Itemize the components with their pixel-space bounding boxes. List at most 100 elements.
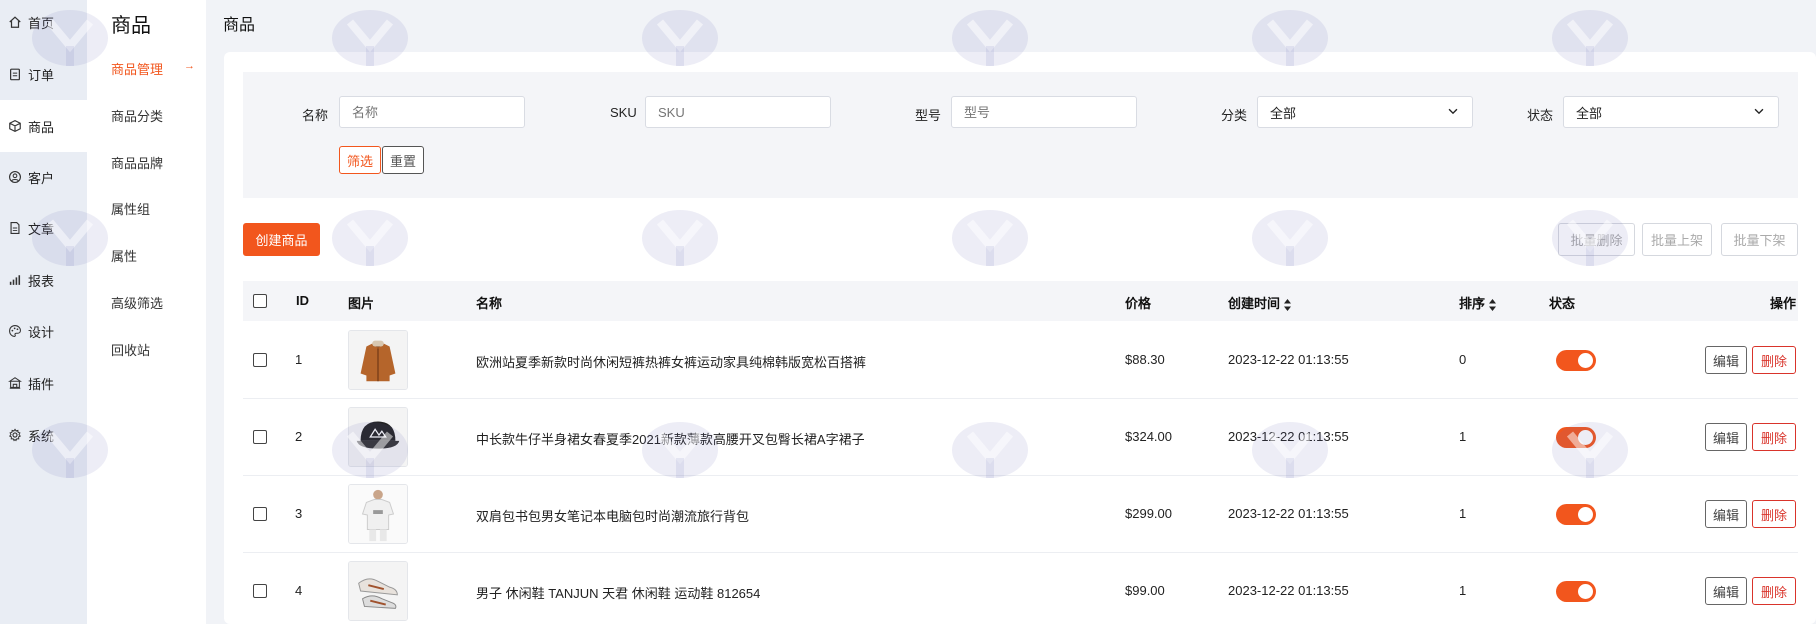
column-header-name: 名称: [476, 296, 503, 311]
created-time: 2023-12-22 01:13:55: [1228, 352, 1349, 367]
column-header-image: 图片: [348, 296, 375, 311]
status-toggle[interactable]: [1556, 350, 1596, 371]
sort-icon: [1489, 298, 1497, 311]
product-name: 双肩包书包男女笔记本电脑包时尚潮流旅行背包: [476, 509, 750, 524]
row-id: 1: [295, 352, 303, 367]
filter-panel: 名称 SKU 型号 分类 全部 状态 全部 筛选 重置: [243, 72, 1798, 198]
subnav-item-advanced-filter[interactable]: 高级筛选: [111, 293, 201, 312]
batch-unpublish-button[interactable]: 批量下架: [1721, 223, 1798, 256]
plugin-icon: [8, 376, 22, 390]
product-name: 欧洲站夏季新款时尚休闲短裤热裤女裤运动家具纯棉韩版宽松百搭裤: [476, 355, 867, 370]
table-header: ID 图片 名称 价格 创建时间 排序 状态 操作: [243, 281, 1798, 321]
subnav-item-attribute-groups[interactable]: 属性组: [111, 199, 201, 218]
nav-item-label: 商品: [28, 119, 55, 135]
page-title: 商品: [223, 17, 256, 34]
sort-order: 1: [1459, 429, 1467, 444]
product-name: 中长款牛仔半身裙女春夏季2021新款薄款高腰开叉包臀长裙A字裙子: [476, 432, 865, 447]
main-content: 商品 名称 SKU 型号 分类 全部 状态 全部 筛选 重置 创建商品 批量删除: [206, 0, 1816, 624]
delete-button[interactable]: 删除: [1752, 500, 1796, 528]
column-header-sort-sortable[interactable]: 排序: [1459, 293, 1497, 312]
arrow-right-icon: →: [184, 60, 195, 72]
secondary-sidebar: 商品 商品管理 → 商品分类 商品品牌 属性组 属性 高级筛选 回收站: [87, 0, 206, 624]
nav-item-reports[interactable]: 报表: [0, 254, 87, 306]
sku-filter-label: SKU: [610, 105, 637, 120]
product-thumbnail[interactable]: [348, 484, 408, 544]
name-filter-input[interactable]: [339, 96, 525, 128]
category-filter-label: 分类: [1221, 108, 1248, 123]
table-row: 1 欧洲站夏季新款时尚休闲短裤热裤女裤运动家具纯棉韩版宽松百搭裤 $88.30 …: [243, 322, 1798, 399]
nav-item-label: 设计: [28, 324, 55, 340]
edit-button[interactable]: 编辑: [1705, 346, 1747, 374]
status-select[interactable]: 全部: [1563, 96, 1779, 128]
nav-item-orders[interactable]: 订单: [0, 48, 87, 100]
row-checkbox[interactable]: [253, 584, 267, 598]
column-header-price: 价格: [1125, 296, 1152, 311]
edit-button[interactable]: 编辑: [1705, 423, 1747, 451]
subnav-item-attributes[interactable]: 属性: [111, 246, 201, 265]
nav-item-label: 报表: [28, 273, 55, 289]
subnav-item-product-management[interactable]: 商品管理 →: [111, 59, 201, 78]
sort-order: 0: [1459, 352, 1467, 367]
name-filter-label: 名称: [302, 108, 329, 123]
delete-button[interactable]: 删除: [1752, 577, 1796, 605]
product-name: 男子 休闲鞋 TANJUN 天君 休闲鞋 运动鞋 812654: [476, 586, 761, 601]
column-header-id: ID: [296, 293, 309, 308]
home-icon: [8, 15, 22, 29]
reset-button[interactable]: 重置: [382, 146, 425, 174]
create-product-button[interactable]: 创建商品: [243, 223, 320, 256]
column-header-created: 创建时间: [1228, 296, 1281, 311]
nav-item-plugins[interactable]: 插件: [0, 357, 87, 409]
nav-item-label: 插件: [28, 376, 55, 392]
primary-sidebar: 首页 订单 商品 客户 文章 报表 设计 插件 系统: [0, 0, 87, 624]
column-header-sort: 排序: [1459, 296, 1486, 311]
jacket-image: [349, 331, 407, 389]
select-all-checkbox[interactable]: [253, 294, 267, 308]
status-toggle[interactable]: [1556, 504, 1596, 525]
product-price: $99.00: [1125, 583, 1165, 598]
row-checkbox[interactable]: [253, 430, 267, 444]
nav-item-customers[interactable]: 客户: [0, 151, 87, 203]
batch-publish-button[interactable]: 批量上架: [1642, 223, 1712, 256]
gear-icon: [8, 428, 22, 442]
row-checkbox[interactable]: [253, 507, 267, 521]
status-toggle[interactable]: [1556, 427, 1596, 448]
subnav-item-label: 商品管理: [111, 62, 164, 77]
delete-button[interactable]: 删除: [1752, 423, 1796, 451]
model-filter-input[interactable]: [951, 96, 1137, 128]
sort-icon: [1284, 298, 1292, 311]
sku-filter-input[interactable]: [645, 96, 831, 128]
column-header-created-sortable[interactable]: 创建时间: [1228, 293, 1292, 312]
nav-item-label: 订单: [28, 67, 55, 83]
column-header-actions: 操作: [1770, 296, 1797, 311]
product-thumbnail[interactable]: [348, 561, 408, 621]
status-toggle[interactable]: [1556, 581, 1596, 602]
cap-image: [349, 408, 407, 466]
created-time: 2023-12-22 01:13:55: [1228, 429, 1349, 444]
app-root: 首页 订单 商品 客户 文章 报表 设计 插件 系统 商品 商品管理 → 商品分…: [0, 0, 1816, 624]
status-filter-label: 状态: [1527, 108, 1554, 123]
nav-item-home[interactable]: 首页: [0, 0, 87, 48]
status-select-value: 全部: [1576, 105, 1603, 121]
filter-button[interactable]: 筛选: [339, 146, 382, 174]
nav-item-design[interactable]: 设计: [0, 305, 87, 357]
category-select-value: 全部: [1270, 105, 1297, 121]
nav-item-system[interactable]: 系统: [0, 409, 87, 461]
chevron-down-icon: [1446, 104, 1460, 121]
chart-icon: [8, 273, 22, 287]
edit-button[interactable]: 编辑: [1705, 500, 1747, 528]
sort-order: 1: [1459, 583, 1467, 598]
product-thumbnail[interactable]: [348, 330, 408, 390]
row-checkbox[interactable]: [253, 353, 267, 367]
subnav-item-brands[interactable]: 商品品牌: [111, 153, 201, 172]
subnav-item-recycle-bin[interactable]: 回收站: [111, 340, 201, 359]
subnav-item-categories[interactable]: 商品分类: [111, 106, 201, 125]
batch-delete-button[interactable]: 批量删除: [1558, 223, 1635, 256]
sort-order: 1: [1459, 506, 1467, 521]
nav-item-articles[interactable]: 文章: [0, 202, 87, 254]
row-id: 4: [295, 583, 303, 598]
product-thumbnail[interactable]: [348, 407, 408, 467]
delete-button[interactable]: 删除: [1752, 346, 1796, 374]
nav-item-products[interactable]: 商品: [0, 100, 87, 152]
category-select[interactable]: 全部: [1257, 96, 1473, 128]
edit-button[interactable]: 编辑: [1705, 577, 1747, 605]
